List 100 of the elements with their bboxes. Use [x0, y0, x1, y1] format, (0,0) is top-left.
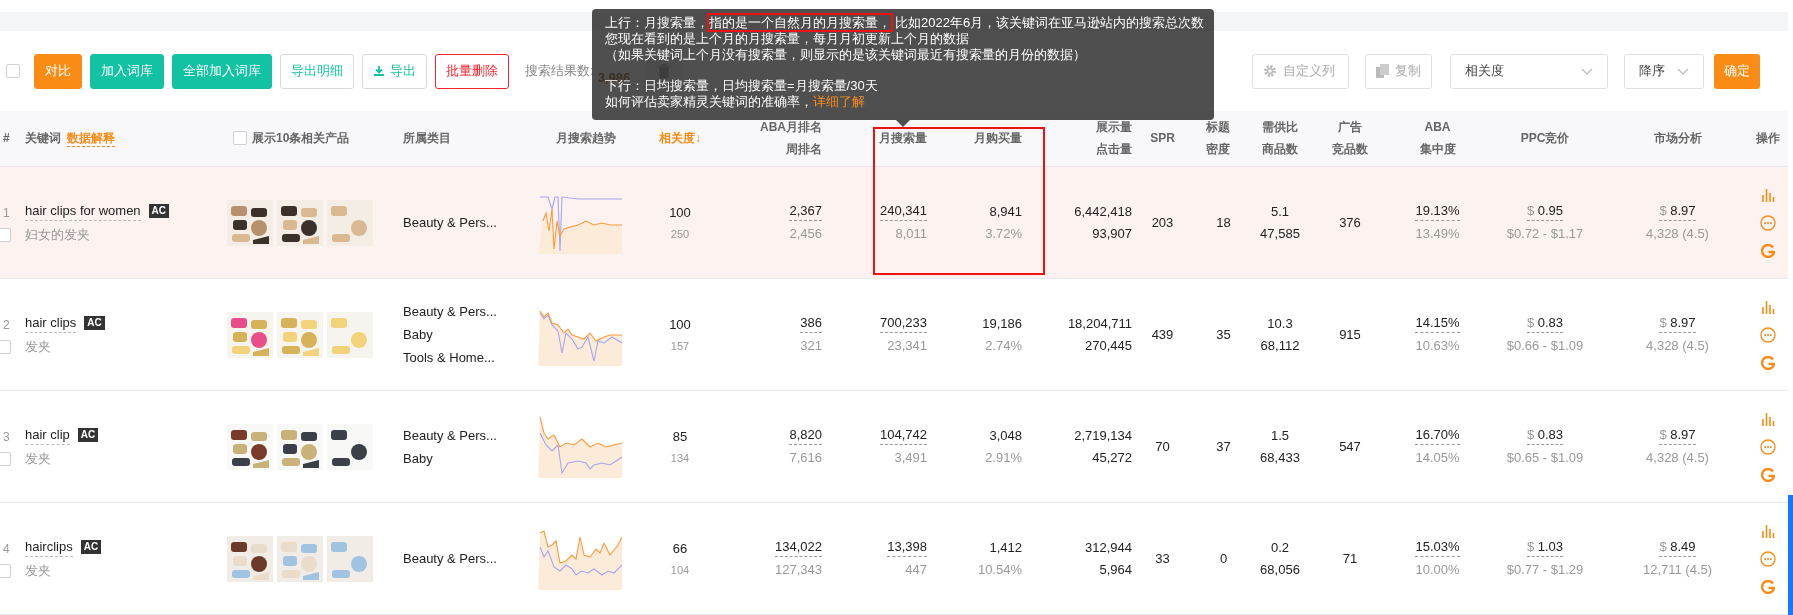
column-header: 市场分析 — [1653, 130, 1702, 148]
row-checkbox[interactable] — [0, 339, 11, 354]
monthly-searches[interactable]: 700,233 — [880, 314, 927, 333]
market-price[interactable]: $ 8.97 — [1659, 314, 1696, 333]
aba-week-rank: 321 — [800, 337, 822, 355]
spr-value: 70 — [1155, 437, 1170, 456]
keyword-translation: 发夹 — [25, 338, 52, 356]
impressions: 2,719,134 — [1074, 426, 1132, 445]
title-density: 37 — [1215, 437, 1231, 456]
market-price[interactable]: $ 8.97 — [1659, 426, 1696, 445]
ppc-range: $0.72 - $1.17 — [1506, 225, 1584, 243]
column-header: 操作 — [1755, 130, 1780, 148]
bar-chart-icon[interactable] — [1760, 411, 1775, 426]
category-text: Baby — [403, 449, 434, 468]
column-header: 广告 竞品数 — [1332, 119, 1368, 159]
monthly-purchases: 1,412 — [988, 538, 1022, 557]
aba-month-rank[interactable]: 386 — [800, 314, 822, 333]
monthly-searches[interactable]: 13,398 — [887, 538, 927, 557]
row-number: 3 — [2, 428, 10, 446]
title-density: 18 — [1215, 213, 1231, 232]
chevron-down-icon — [1581, 67, 1593, 75]
ad-competitors: 915 — [1339, 325, 1361, 344]
ppc-bid[interactable]: $ 0.95 — [1526, 202, 1564, 221]
keyword-link[interactable]: hairclips — [25, 536, 73, 557]
copy-icon — [1376, 64, 1389, 79]
aba-concentration[interactable]: 14.15% — [1415, 314, 1460, 333]
more-icon[interactable] — [1759, 438, 1776, 455]
select-all-checkbox[interactable] — [6, 64, 20, 79]
row-checkbox[interactable] — [0, 563, 11, 578]
column-header: ABA月排名 周排名 — [760, 119, 822, 159]
scrollbar-thumb[interactable] — [1788, 495, 1793, 615]
monthly-searches[interactable]: 104,742 — [880, 426, 927, 445]
supply-demand-ratio: 0.2 — [1269, 538, 1291, 557]
market-reviews: 4,328 (4.5) — [1646, 449, 1709, 467]
aba-week-rank: 2,456 — [789, 225, 822, 243]
more-icon[interactable] — [1759, 550, 1776, 567]
column-header: 标题 密度 — [1205, 119, 1230, 159]
ppc-bid[interactable]: $ 0.83 — [1526, 426, 1564, 445]
row-number: 2 — [2, 316, 10, 334]
bar-chart-icon[interactable] — [1760, 299, 1775, 314]
aba-month-rank[interactable]: 2,367 — [789, 202, 822, 221]
aba-concentration[interactable]: 19.13% — [1415, 202, 1460, 221]
column-header: 月搜索量 — [879, 130, 927, 148]
google-logo-icon[interactable] — [1760, 579, 1775, 594]
spr-value: 203 — [1151, 213, 1174, 232]
relevance-sub: 104 — [670, 563, 690, 578]
ac-badge: AC — [80, 539, 102, 554]
download-icon — [373, 65, 385, 78]
row-number: 4 — [2, 540, 10, 558]
column-header: 月购买量 — [974, 130, 1022, 148]
column-header: 需供比 商品数 — [1262, 119, 1298, 159]
ad-competitors: 376 — [1339, 213, 1361, 232]
show-products-checkbox[interactable] — [233, 131, 247, 146]
keyword-link[interactable]: hair clips — [25, 312, 77, 333]
row-checkbox[interactable] — [0, 227, 11, 242]
monthly-searches[interactable]: 240,341 — [880, 202, 927, 221]
purchase-rate: 10.54% — [977, 560, 1022, 579]
impressions: 18,204,711 — [1067, 314, 1132, 333]
market-price[interactable]: $ 8.97 — [1659, 202, 1696, 221]
more-icon[interactable] — [1759, 214, 1776, 231]
details-link[interactable]: 详细了解 — [813, 94, 865, 110]
keyword-link[interactable]: hair clip — [25, 424, 70, 445]
clicks: 45,272 — [1091, 448, 1132, 467]
google-logo-icon[interactable] — [1760, 355, 1775, 370]
clicks: 93,907 — [1091, 224, 1132, 243]
aba-month-rank[interactable]: 134,022 — [775, 538, 822, 557]
bar-chart-icon[interactable] — [1760, 523, 1775, 538]
aba-week-rank: 7,616 — [789, 449, 822, 467]
supply-demand-ratio: 1.5 — [1269, 426, 1291, 445]
aba-concentration-sub: 10.63% — [1415, 337, 1460, 355]
aba-month-rank[interactable]: 8,820 — [789, 426, 822, 445]
clicks: 5,964 — [1098, 560, 1132, 579]
keyword-translation: 发夹 — [25, 562, 52, 580]
column-header: 关键词 — [25, 130, 61, 148]
more-icon[interactable] — [1759, 326, 1776, 343]
market-reviews: 4,328 (4.5) — [1646, 337, 1709, 355]
keyword-link[interactable]: hair clips for women — [25, 200, 141, 221]
row-checkbox[interactable] — [0, 451, 11, 466]
relevance-sub: 134 — [670, 451, 690, 466]
monthly-purchases: 19,186 — [982, 314, 1022, 333]
aba-concentration[interactable]: 16.70% — [1415, 426, 1460, 445]
column-header: SPR — [1150, 130, 1175, 148]
ppc-range: $0.65 - $1.09 — [1506, 449, 1584, 467]
aba-concentration[interactable]: 15.03% — [1415, 538, 1460, 557]
column-header: PPC竞价 — [1520, 130, 1570, 148]
impressions: 6,442,418 — [1074, 202, 1132, 221]
market-price[interactable]: $ 8.49 — [1659, 538, 1696, 557]
product-count: 68,056 — [1260, 560, 1300, 579]
ppc-bid[interactable]: $ 1.03 — [1526, 538, 1564, 557]
relevance-score: 100 — [669, 203, 691, 222]
sort-order-select[interactable]: 降序 — [1624, 53, 1704, 89]
bar-chart-icon[interactable] — [1760, 187, 1775, 202]
toolbar-button[interactable]: 批量删除 — [435, 53, 509, 89]
market-reviews: 12,711 (4.5) — [1642, 561, 1713, 579]
monthly-purchases: 8,941 — [988, 202, 1022, 221]
sort-field-select[interactable]: 相关度 — [1450, 53, 1608, 89]
ppc-bid[interactable]: $ 0.83 — [1526, 314, 1564, 333]
google-logo-icon[interactable] — [1760, 467, 1775, 482]
spr-value: 33 — [1155, 549, 1170, 568]
google-logo-icon[interactable] — [1760, 243, 1775, 258]
